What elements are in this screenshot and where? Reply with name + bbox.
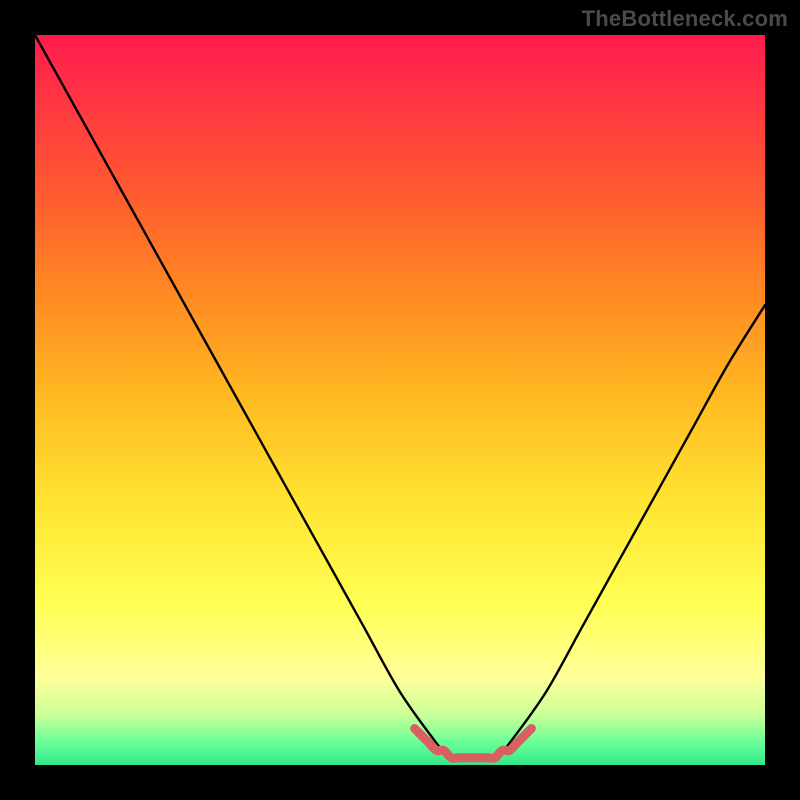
- plot-area: [35, 35, 765, 765]
- watermark-text: TheBottleneck.com: [582, 6, 788, 32]
- curve-svg: [35, 35, 765, 765]
- chart-frame: TheBottleneck.com: [0, 0, 800, 800]
- bottleneck-curve: [35, 35, 765, 758]
- optimal-band: [415, 729, 532, 759]
